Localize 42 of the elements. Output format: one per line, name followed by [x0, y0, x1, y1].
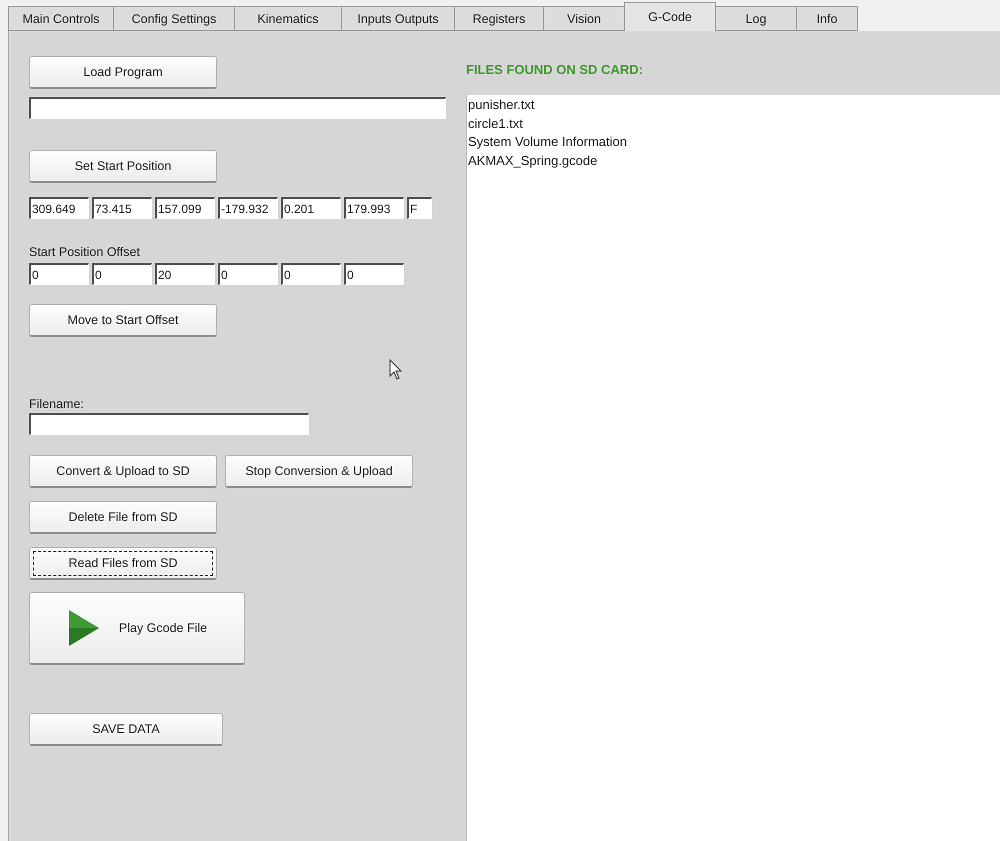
- tab[interactable]: Info: [796, 6, 858, 31]
- position-field[interactable]: -179.932: [218, 197, 278, 219]
- mouse-cursor-icon: [389, 359, 403, 381]
- position-field[interactable]: 179.993: [344, 197, 404, 219]
- tab[interactable]: Main Controls: [8, 6, 114, 31]
- position-field[interactable]: 0.201: [281, 197, 341, 219]
- offset-field[interactable]: 0: [218, 263, 278, 285]
- start-offset-label: Start Position Offset: [29, 245, 141, 259]
- program-path-field[interactable]: [29, 97, 446, 119]
- tab[interactable]: Vision: [543, 6, 625, 31]
- position-field[interactable]: 309.649: [29, 197, 89, 219]
- file-item[interactable]: System Volume Information: [468, 133, 1000, 152]
- position-field[interactable]: 73.415: [92, 197, 152, 219]
- save-data-button[interactable]: SAVE DATA: [29, 713, 223, 746]
- tab[interactable]: Inputs Outputs: [341, 6, 455, 31]
- delete-file-button[interactable]: Delete File from SD: [29, 501, 217, 534]
- tab[interactable]: G-Code: [624, 2, 716, 31]
- tab[interactable]: Config Settings: [113, 6, 235, 31]
- file-item[interactable]: circle1.txt: [468, 114, 1000, 133]
- position-field[interactable]: 157.099: [155, 197, 215, 219]
- read-files-button[interactable]: Read Files from SD: [29, 547, 217, 580]
- offset-field[interactable]: 20: [155, 263, 215, 285]
- filename-field[interactable]: [29, 413, 309, 435]
- files-title: FILES FOUND ON SD CARD:: [466, 60, 644, 78]
- convert-upload-button[interactable]: Convert & Upload to SD: [29, 455, 217, 488]
- file-item[interactable]: AKMAX_Spring.gcode: [468, 152, 1000, 170]
- set-start-position-button[interactable]: Set Start Position: [29, 150, 217, 183]
- load-program-button[interactable]: Load Program: [29, 56, 217, 89]
- move-to-start-offset-button[interactable]: Move to Start Offset: [29, 304, 217, 337]
- tab[interactable]: Kinematics: [234, 6, 342, 31]
- position-field[interactable]: F: [407, 197, 432, 219]
- offset-field[interactable]: 0: [344, 263, 404, 285]
- play-gcode-button[interactable]: Play Gcode File: [29, 592, 245, 665]
- play-icon: [66, 608, 101, 648]
- file-item[interactable]: punisher.txt: [468, 96, 1000, 114]
- filename-label: Filename:: [29, 397, 85, 411]
- tab[interactable]: Log: [715, 6, 797, 31]
- offset-field[interactable]: 0: [92, 263, 152, 285]
- tab[interactable]: Registers: [454, 6, 544, 31]
- offset-field[interactable]: 0: [29, 263, 89, 285]
- stop-conversion-button[interactable]: Stop Conversion & Upload: [225, 455, 413, 488]
- offset-field[interactable]: 0: [281, 263, 341, 285]
